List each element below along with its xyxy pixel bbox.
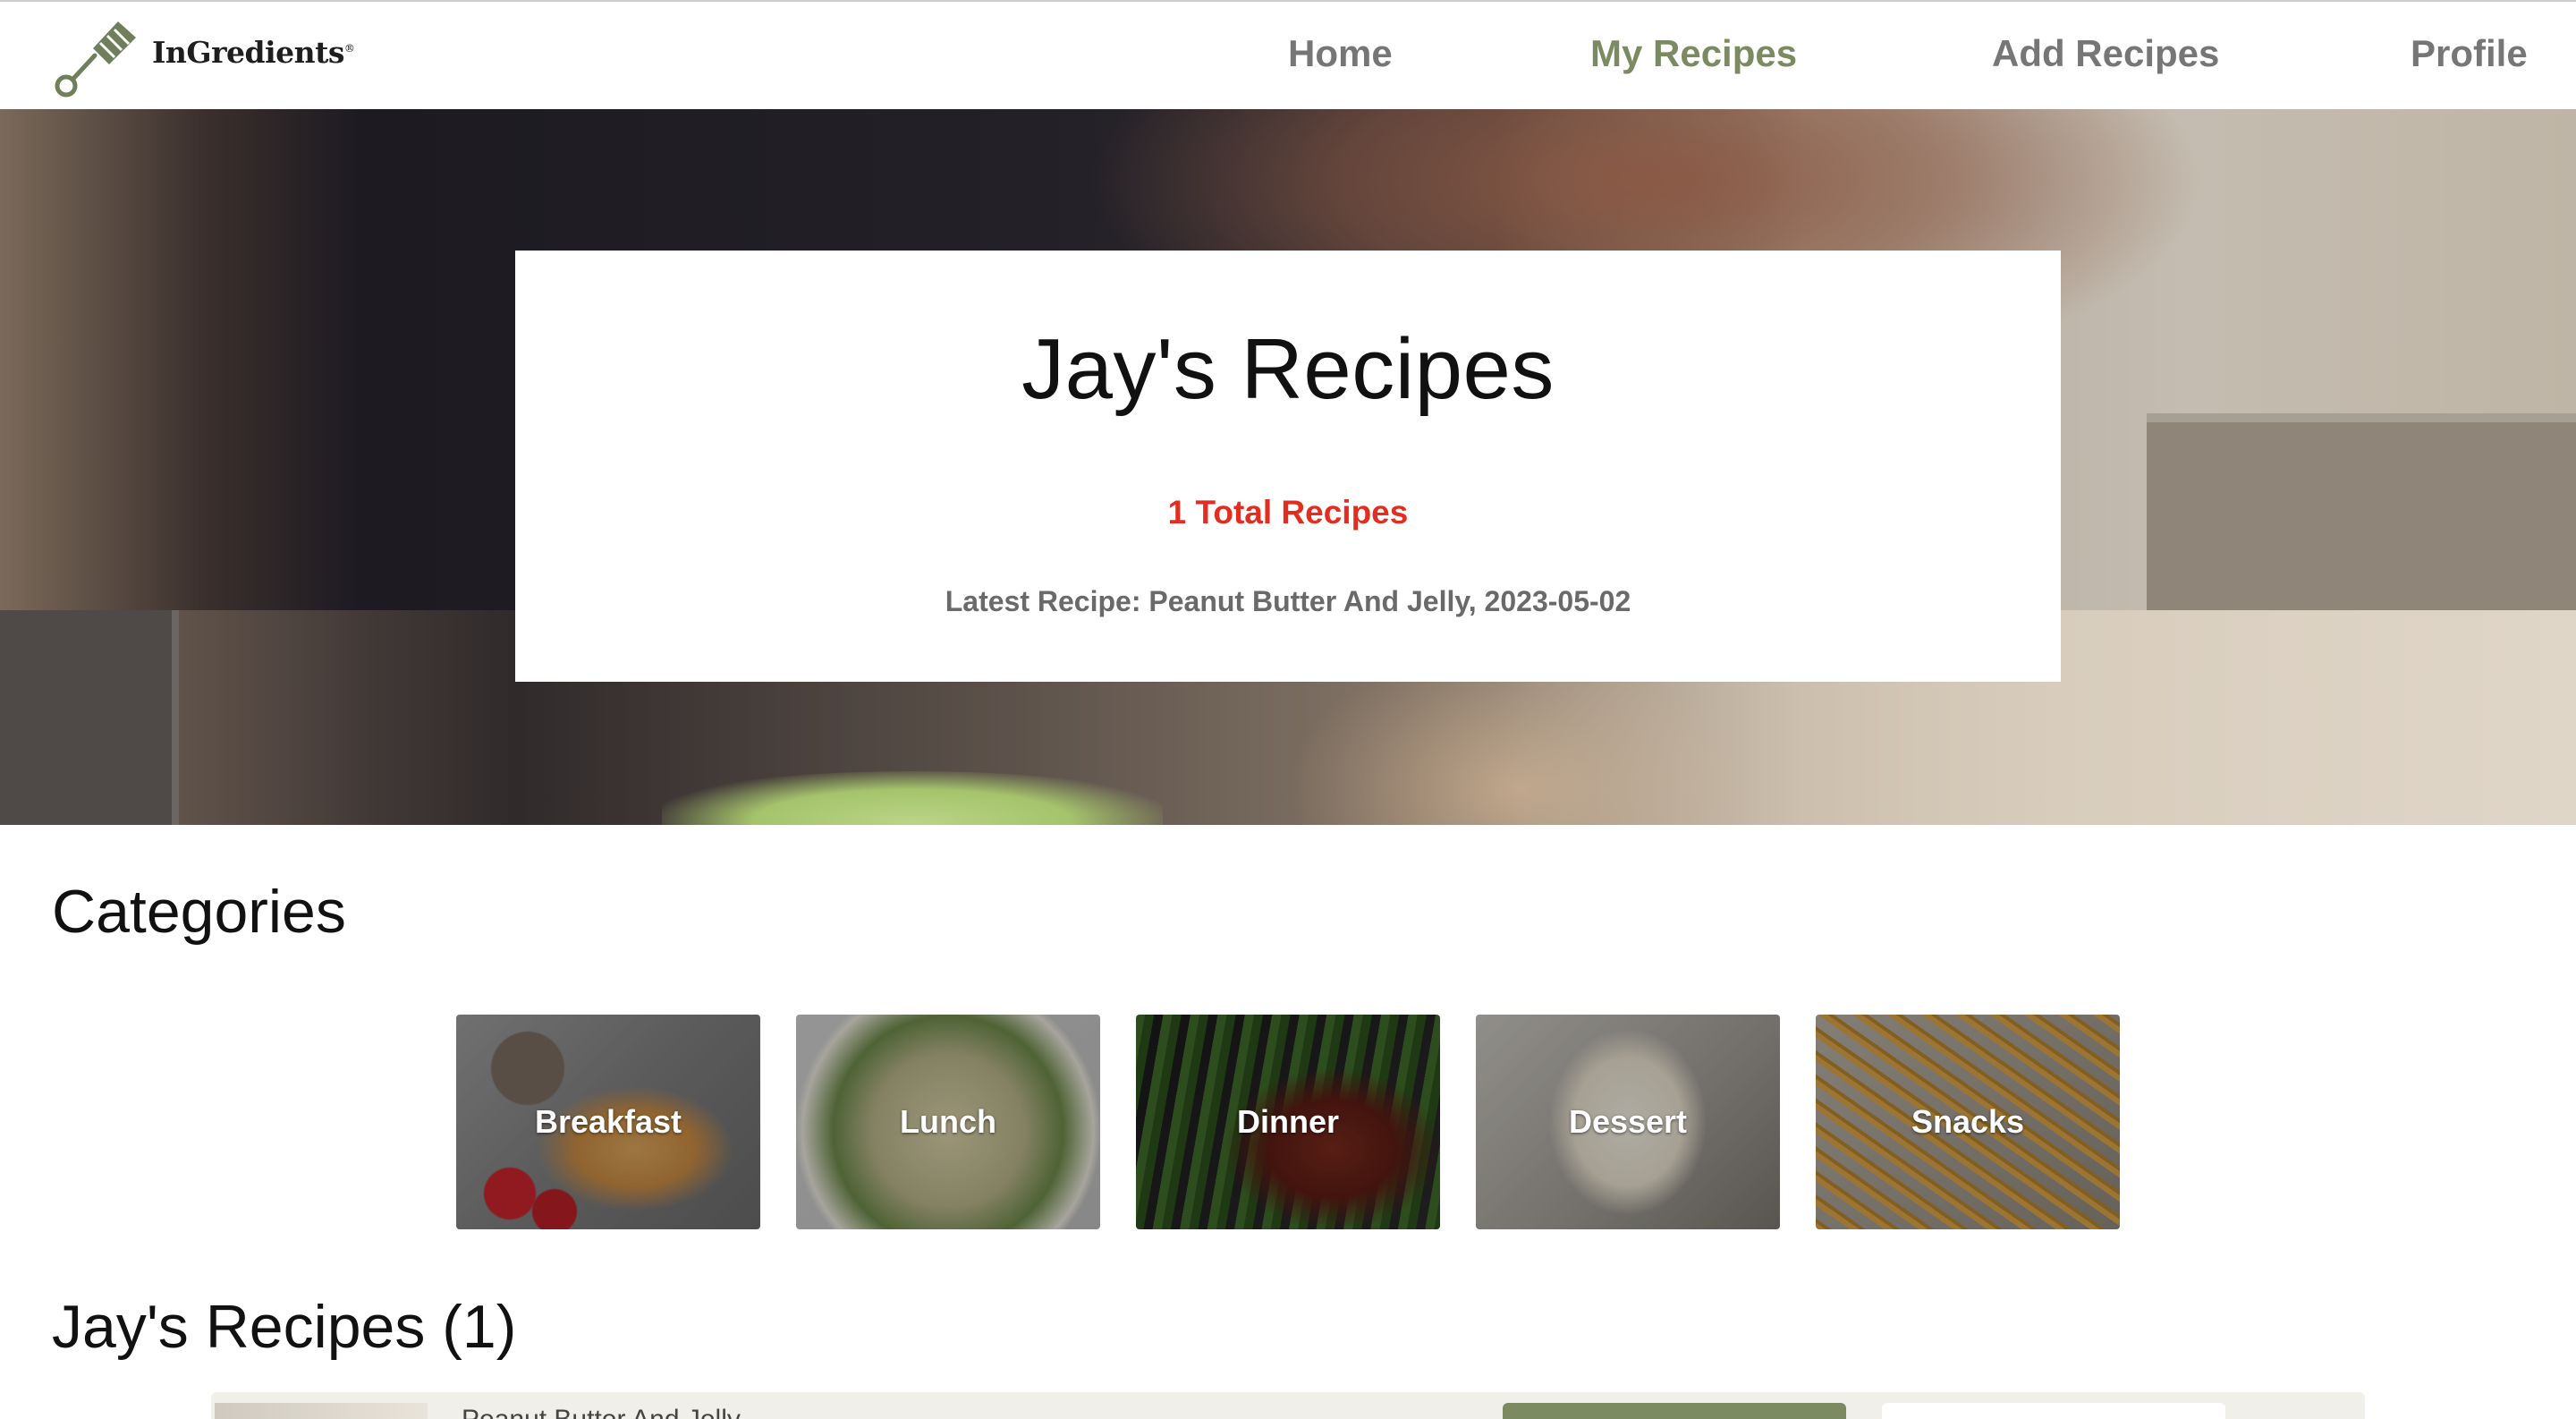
recipe-primary-button[interactable] xyxy=(1503,1403,1846,1419)
nav-home[interactable]: Home xyxy=(1288,32,1393,75)
category-label: Lunch xyxy=(900,1103,996,1140)
brand-name: InGredients® xyxy=(152,34,355,70)
navbar: InGredients® Home My Recipes Add Recipes… xyxy=(0,0,2576,109)
page: InGredients® Home My Recipes Add Recipes… xyxy=(0,0,2576,1419)
nav-add-recipes[interactable]: Add Recipes xyxy=(1992,32,2219,75)
nav-profile[interactable]: Profile xyxy=(2411,32,2528,75)
category-dessert[interactable]: Dessert xyxy=(1476,1015,1780,1229)
category-label: Snacks xyxy=(1911,1103,2025,1140)
total-recipes-count: 1 Total Recipes xyxy=(1167,494,1409,531)
nav-my-recipes[interactable]: My Recipes xyxy=(1590,32,1797,75)
recipes-heading: Jay's Recipes (1) xyxy=(52,1293,517,1361)
hero-banner: Jay's Recipes 1 Total Recipes Latest Rec… xyxy=(0,109,2576,825)
recipe-card[interactable]: Peanut Butter And Jelly xyxy=(211,1392,2365,1419)
category-label: Dessert xyxy=(1568,1103,1688,1140)
category-list: Breakfast Lunch Dinner Dessert Snacks xyxy=(456,1015,2120,1229)
category-lunch[interactable]: Lunch xyxy=(796,1015,1100,1229)
registered-mark: ® xyxy=(343,41,355,55)
category-dinner[interactable]: Dinner xyxy=(1136,1015,1440,1229)
hero-summary-card: Jay's Recipes 1 Total Recipes Latest Rec… xyxy=(515,251,2061,682)
categories-heading: Categories xyxy=(52,878,346,946)
brand-logo[interactable]: InGredients® xyxy=(48,13,355,102)
category-label: Breakfast xyxy=(534,1103,682,1140)
spatula-icon xyxy=(55,21,136,98)
page-title: Jay's Recipes xyxy=(1021,321,1555,417)
category-label: Dinner xyxy=(1236,1103,1339,1140)
hero-background-drawer xyxy=(0,610,179,825)
latest-recipe-info: Latest Recipe: Peanut Butter And Jelly, … xyxy=(945,585,1631,617)
category-breakfast[interactable]: Breakfast xyxy=(456,1015,760,1229)
category-snacks[interactable]: Snacks xyxy=(1816,1015,2120,1229)
recipe-secondary-button[interactable] xyxy=(1882,1403,2225,1419)
recipe-thumbnail xyxy=(215,1403,428,1419)
recipe-name: Peanut Butter And Jelly xyxy=(462,1405,741,1419)
